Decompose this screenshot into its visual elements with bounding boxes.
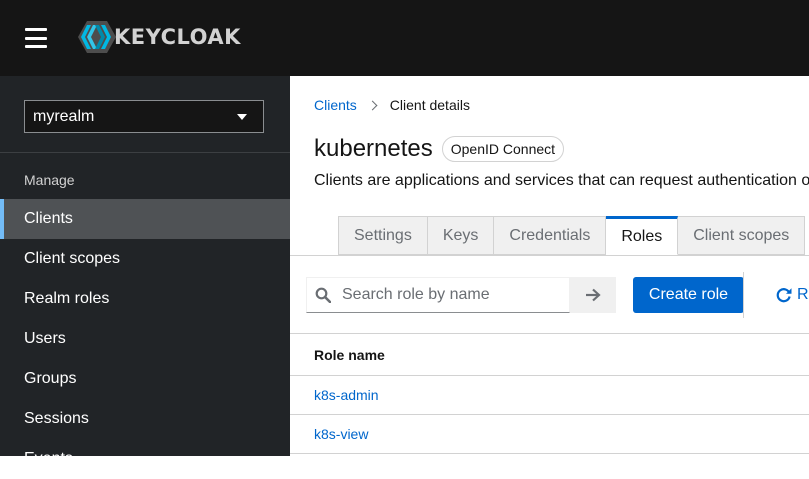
tab-roles[interactable]: Roles (606, 216, 679, 255)
role-link[interactable]: k8s-view (314, 426, 368, 442)
page-title: kubernetes (314, 135, 433, 162)
nav-list: Clients Client scopes Realm roles Users … (0, 199, 290, 479)
breadcrumb: Clients Client details (314, 97, 470, 113)
toolbar-divider (743, 272, 744, 318)
main-content: Clients Client details kubernetes OpenID… (290, 76, 809, 456)
refresh-label: Refresh (797, 286, 809, 303)
search-icon (315, 287, 331, 303)
table-row: k8s-view (290, 415, 809, 454)
refresh-button[interactable]: Refresh (776, 277, 809, 313)
sidebar-item-events[interactable]: Events (0, 439, 290, 479)
brand-logo[interactable]: KEYCLOAK (78, 21, 241, 53)
column-header-role-name[interactable]: Role name (314, 347, 385, 363)
search-role-input[interactable] (340, 285, 564, 305)
role-link[interactable]: k8s-admin (314, 387, 379, 403)
tab-client-scopes[interactable]: Client scopes (678, 216, 806, 255)
sidebar: myrealm Manage Clients Client scopes Rea… (0, 76, 290, 467)
sidebar-item-realm-roles[interactable]: Realm roles (0, 279, 290, 319)
tab-settings[interactable]: Settings (338, 216, 428, 255)
sidebar-item-clients[interactable]: Clients (0, 199, 290, 239)
tab-credentials[interactable]: Credentials (494, 216, 607, 255)
keycloak-logo-icon (78, 21, 116, 53)
arrow-right-icon (586, 288, 601, 302)
masthead: KEYCLOAK (0, 0, 809, 76)
breadcrumb-current: Client details (389, 97, 470, 113)
table-header-row: Role name (290, 334, 809, 376)
realm-selector[interactable]: myrealm (24, 100, 264, 133)
search-submit-button[interactable] (570, 277, 616, 313)
title-row: kubernetes OpenID Connect (314, 135, 565, 163)
page-description: Clients are applications and services th… (314, 172, 809, 189)
sidebar-item-users[interactable]: Users (0, 319, 290, 359)
realm-selector-value: myrealm (33, 107, 95, 125)
table-row: k8s-admin (290, 376, 809, 415)
sidebar-divider (0, 152, 290, 153)
breadcrumb-clients-link[interactable]: Clients (314, 97, 357, 113)
brand-text: KEYCLOAK (114, 25, 241, 49)
protocol-badge: OpenID Connect (441, 136, 565, 162)
tab-bar: Settings Keys Credentials Roles Client s… (338, 216, 806, 256)
search-box (306, 277, 570, 313)
refresh-icon (776, 288, 792, 303)
roles-toolbar: Create role Refresh (290, 256, 809, 334)
chevron-right-icon (367, 100, 378, 110)
sidebar-item-sessions[interactable]: Sessions (0, 399, 290, 439)
roles-table: Role name k8s-admin k8s-view (290, 334, 809, 454)
sidebar-item-client-scopes[interactable]: Client scopes (0, 239, 290, 279)
create-role-button[interactable]: Create role (633, 277, 744, 313)
caret-down-icon (237, 113, 247, 120)
sidebar-item-groups[interactable]: Groups (0, 359, 290, 399)
tab-keys[interactable]: Keys (427, 216, 495, 255)
hamburger-icon[interactable] (25, 28, 47, 48)
nav-section-manage: Manage (24, 172, 75, 188)
